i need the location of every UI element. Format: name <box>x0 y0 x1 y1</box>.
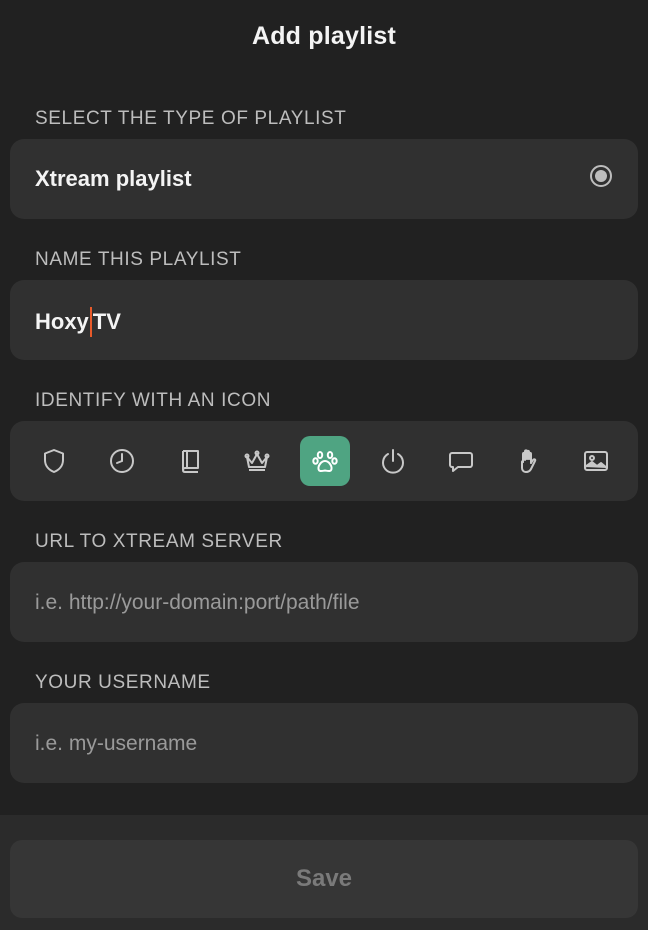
username-section-label: YOUR USERNAME <box>35 672 211 693</box>
playlist-name-field[interactable]: Hoxy TV <box>10 280 638 360</box>
icon-option-image[interactable] <box>571 436 621 486</box>
power-icon <box>381 449 404 474</box>
name-text-before-caret: Hoxy <box>35 309 89 334</box>
playlist-type-radio[interactable] <box>590 165 612 187</box>
shield-icon <box>44 449 64 473</box>
clock-icon <box>109 449 134 473</box>
image-icon <box>584 451 608 471</box>
icon-option-crown[interactable] <box>232 436 282 486</box>
text-caret <box>89 307 92 337</box>
hand-icon <box>521 449 537 473</box>
type-section-label: SELECT THE TYPE OF PLAYLIST <box>35 108 347 129</box>
name-text-after-caret: TV <box>92 309 121 334</box>
playlist-type-label: Xtream playlist <box>35 166 192 191</box>
icon-option-power[interactable] <box>368 436 418 486</box>
url-section-label: URL TO XTREAM SERVER <box>35 531 283 552</box>
username-field[interactable]: i.e. my-username <box>10 703 638 783</box>
icon-picker <box>10 421 638 501</box>
icon-option-paw[interactable] <box>300 436 350 486</box>
playlist-type-option[interactable]: Xtream playlist <box>10 139 638 219</box>
crown-icon <box>244 450 270 471</box>
server-url-placeholder: i.e. http://your-domain:port/path/file <box>35 591 360 614</box>
icon-option-book[interactable] <box>165 436 215 486</box>
chat-icon <box>448 452 473 472</box>
icon-option-hand[interactable] <box>503 436 553 486</box>
icon-option-chat[interactable] <box>436 436 486 486</box>
save-button[interactable]: Save <box>10 840 638 918</box>
icon-option-clock[interactable] <box>97 436 147 486</box>
book-icon <box>181 450 199 473</box>
name-section-label: NAME THIS PLAYLIST <box>35 249 242 270</box>
playlist-name-value[interactable]: Hoxy TV <box>35 307 121 337</box>
page-title: Add playlist <box>251 22 397 50</box>
server-url-field[interactable]: i.e. http://your-domain:port/path/file <box>10 562 638 642</box>
icon-option-shield[interactable] <box>29 436 79 486</box>
footer-bar: Save <box>0 815 648 930</box>
icon-section-label: IDENTIFY WITH AN ICON <box>35 390 272 411</box>
username-placeholder: i.e. my-username <box>35 732 198 755</box>
paw-icon <box>312 451 338 473</box>
